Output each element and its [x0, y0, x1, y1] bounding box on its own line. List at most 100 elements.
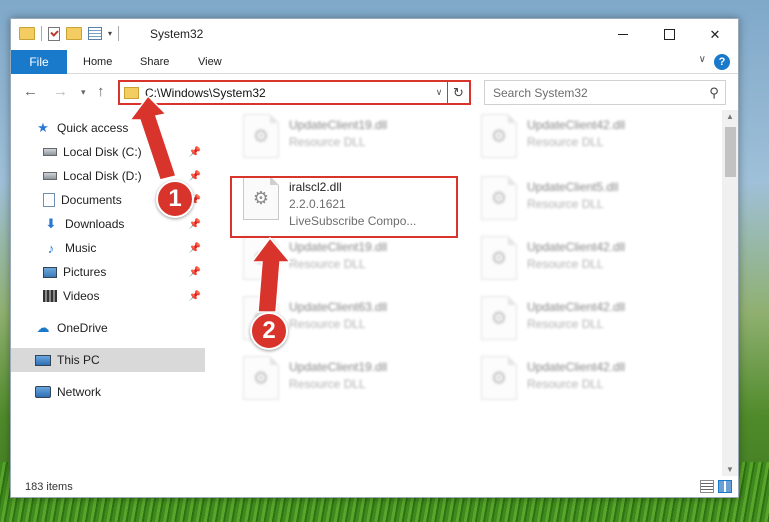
- sidebar-item-music[interactable]: ♪ Music 📌: [11, 236, 205, 260]
- expand-ribbon-icon[interactable]: ∨: [699, 54, 706, 65]
- refresh-icon[interactable]: ↻: [447, 82, 469, 103]
- sidebar-item-label: Documents: [61, 193, 122, 207]
- sidebar-item-this-pc[interactable]: This PC: [11, 348, 205, 372]
- file-name: UpdateClient63.dll: [289, 300, 388, 314]
- file-name: UpdateClient19.dll: [289, 360, 388, 374]
- window-title: System32: [150, 27, 204, 41]
- address-bar[interactable]: C:\Windows\System32 ∨ ↻: [118, 80, 471, 105]
- pin-icon[interactable]: 📌: [189, 171, 201, 182]
- folder-icon: [124, 86, 139, 99]
- file-name: UpdateClient19.dll: [289, 118, 388, 132]
- forward-arrow-icon[interactable]: →: [53, 83, 68, 100]
- navigation-bar: ← → ▾ ↑ C:\Windows\System32 ∨ ↻ Search S…: [11, 74, 738, 110]
- tab-file[interactable]: File: [11, 50, 67, 74]
- highlight-box: [230, 176, 458, 238]
- file-type: Resource DLL: [289, 135, 366, 149]
- step-2-badge: 2: [250, 312, 288, 350]
- pin-icon[interactable]: 📌: [189, 291, 201, 302]
- dll-file-icon: ⚙: [243, 236, 279, 280]
- sidebar-item-label: Pictures: [63, 265, 107, 279]
- minimize-button[interactable]: [600, 19, 646, 50]
- pin-icon[interactable]: 📌: [189, 267, 201, 278]
- dll-file-icon: ⚙: [481, 236, 517, 280]
- cloud-icon: ☁: [36, 320, 50, 335]
- sidebar-item-label: Quick access: [57, 121, 129, 135]
- tab-home[interactable]: Home: [83, 50, 112, 74]
- file-type: Resource DLL: [527, 197, 604, 211]
- sidebar-item-pictures[interactable]: Pictures 📌: [11, 260, 205, 284]
- sidebar-item-label: This PC: [57, 353, 100, 367]
- pc-icon: [35, 354, 51, 366]
- vertical-scrollbar[interactable]: ▲ ▼: [722, 110, 738, 476]
- new-folder-icon[interactable]: [66, 27, 82, 40]
- view-switcher: [700, 480, 732, 493]
- customize-icon[interactable]: [88, 27, 102, 40]
- search-box[interactable]: Search System32 ⚲: [484, 80, 726, 105]
- back-arrow-icon[interactable]: ←: [23, 83, 38, 100]
- maximize-button[interactable]: [646, 19, 692, 50]
- toolbar-divider: [118, 26, 120, 41]
- recent-locations-icon[interactable]: ▾: [81, 87, 86, 98]
- disk-icon: [43, 148, 57, 156]
- file-item[interactable]: ⚙ UpdateClient19.dll Resource DLL: [243, 236, 473, 292]
- sidebar-item-label: Network: [57, 385, 102, 399]
- file-item[interactable]: ⚙ UpdateClient5.dll Resource DLL: [481, 176, 711, 232]
- scroll-up-icon[interactable]: ▲: [726, 112, 734, 121]
- sidebar-item-local-disk-c[interactable]: Local Disk (C:) 📌: [11, 140, 205, 164]
- close-button[interactable]: ✕: [692, 19, 738, 50]
- large-icons-view-icon[interactable]: [718, 480, 732, 493]
- scrollbar-thumb[interactable]: [725, 127, 736, 177]
- search-icon[interactable]: ⚲: [703, 85, 725, 101]
- quick-access-toolbar: ▾: [19, 26, 120, 41]
- file-item[interactable]: ⚙ UpdateClient42.dll Resource DLL: [481, 114, 711, 170]
- file-name: UpdateClient42.dll: [527, 300, 626, 314]
- tab-share[interactable]: Share: [140, 50, 169, 74]
- sidebar-item-label: Videos: [63, 289, 100, 303]
- sidebar-item-onedrive[interactable]: ☁ OneDrive: [11, 316, 205, 340]
- file-type: Resource DLL: [527, 317, 604, 331]
- file-item[interactable]: ⚙ UpdateClient42.dll Resource DLL: [481, 356, 711, 412]
- toolbar-divider: [41, 26, 42, 41]
- sidebar-item-network[interactable]: Network: [11, 380, 205, 404]
- dll-file-icon: ⚙: [243, 356, 279, 400]
- address-path[interactable]: C:\Windows\System32: [145, 86, 431, 100]
- chevron-down-icon[interactable]: ▾: [108, 29, 112, 38]
- file-type: Resource DLL: [289, 257, 366, 271]
- sidebar-item-label: Local Disk (C:): [63, 145, 142, 159]
- item-count: 183 items: [25, 481, 73, 493]
- step-1-badge: 1: [156, 180, 194, 218]
- file-type: Resource DLL: [527, 135, 604, 149]
- pin-icon[interactable]: 📌: [189, 219, 201, 230]
- documents-icon: [43, 193, 55, 207]
- pin-icon[interactable]: 📌: [189, 147, 201, 158]
- disk-icon: [43, 172, 57, 180]
- dll-file-icon: ⚙: [481, 114, 517, 158]
- file-item[interactable]: ⚙ UpdateClient42.dll Resource DLL: [481, 296, 711, 352]
- file-list: ⚙ UpdateClient19.dll Resource DLL ⚙ Updat…: [207, 110, 722, 476]
- file-type: Resource DLL: [289, 317, 366, 331]
- search-input[interactable]: Search System32: [493, 86, 703, 100]
- dll-file-icon: ⚙: [481, 356, 517, 400]
- dll-file-icon: ⚙: [243, 114, 279, 158]
- ribbon-tabs: File Home Share View ∨ ?: [11, 50, 738, 74]
- pin-icon[interactable]: 📌: [189, 243, 201, 254]
- file-item[interactable]: ⚙ UpdateClient42.dll Resource DLL: [481, 236, 711, 292]
- file-item[interactable]: ⚙ UpdateClient19.dll Resource DLL: [243, 356, 473, 412]
- sidebar-item-quick-access[interactable]: ★ Quick access: [11, 116, 205, 140]
- tab-view[interactable]: View: [198, 50, 222, 74]
- help-icon[interactable]: ?: [714, 54, 730, 70]
- properties-check-icon[interactable]: [48, 26, 60, 41]
- sidebar-item-label: OneDrive: [57, 321, 108, 335]
- details-view-icon[interactable]: [700, 480, 714, 493]
- title-bar: ▾ System32 ✕: [11, 19, 738, 50]
- up-arrow-icon[interactable]: ↑: [97, 83, 105, 100]
- videos-icon: [43, 290, 57, 302]
- explorer-window: ▾ System32 ✕ File Home Share View ∨ ? ← …: [10, 18, 739, 498]
- file-item[interactable]: ⚙ UpdateClient19.dll Resource DLL: [243, 114, 473, 170]
- status-bar: 183 items: [11, 476, 738, 497]
- sidebar-item-label: Music: [65, 241, 97, 255]
- dll-file-icon: ⚙: [481, 296, 517, 340]
- address-dropdown-icon[interactable]: ∨: [431, 87, 447, 98]
- scroll-down-icon[interactable]: ▼: [726, 465, 734, 474]
- sidebar-item-videos[interactable]: Videos 📌: [11, 284, 205, 308]
